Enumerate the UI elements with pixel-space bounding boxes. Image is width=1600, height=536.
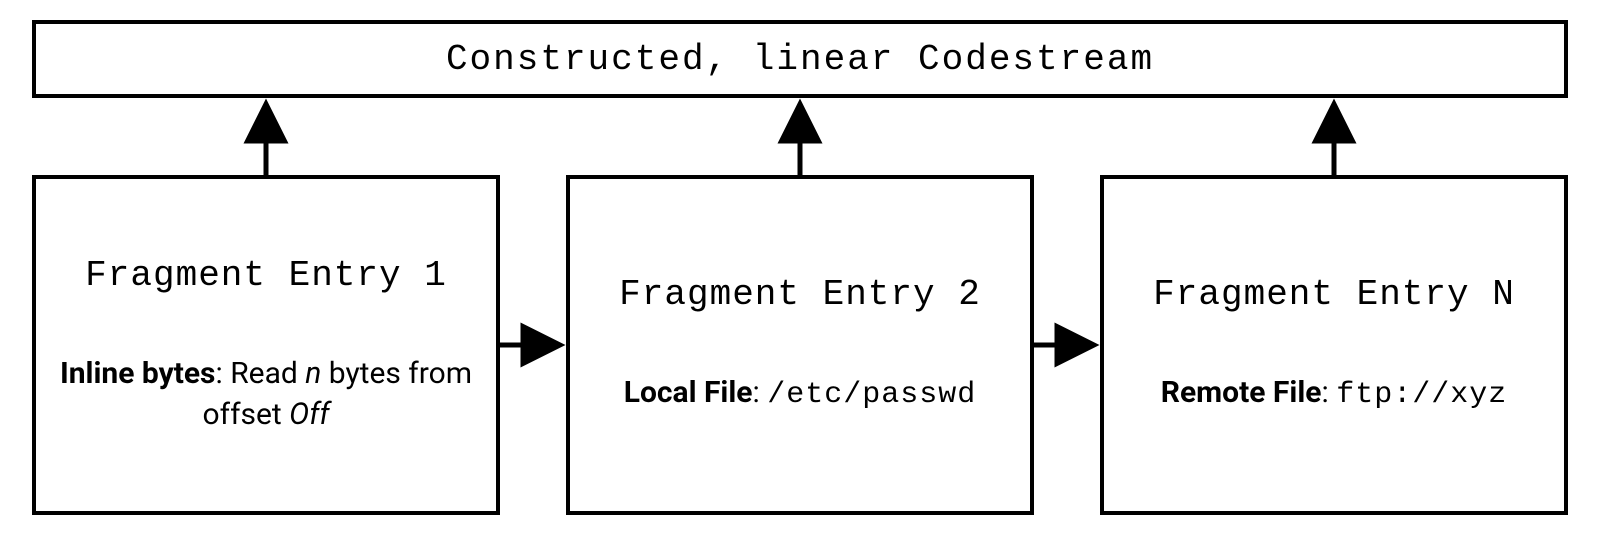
fragment-n-desc: Remote File: ftp://xyz <box>1161 373 1507 416</box>
fragment-entry-2: Fragment Entry 2 Local File: /etc/passwd <box>566 175 1034 515</box>
local-file-path: /etc/passwd <box>767 378 976 412</box>
fragment-title: Fragment Entry N <box>1153 274 1515 315</box>
sep: : <box>753 375 768 410</box>
fragment-entry-1: Fragment Entry 1 Inline bytes: Read n by… <box>32 175 500 515</box>
sep: : <box>1321 375 1336 410</box>
local-file-label: Local File <box>624 375 753 410</box>
fragment-title: Fragment Entry 2 <box>619 274 981 315</box>
fragment-2-desc: Local File: /etc/passwd <box>624 373 977 416</box>
var-off: Off <box>289 397 329 432</box>
sep: : <box>215 356 230 391</box>
fragment-1-desc: Inline bytes: Read n bytes from offset O… <box>58 354 474 435</box>
inline-bytes-label: Inline bytes <box>60 356 216 391</box>
fragment-title: Fragment Entry 1 <box>85 255 447 296</box>
diagram-canvas: Constructed, linear Codestream Fragment … <box>0 0 1600 536</box>
codestream-title: Constructed, linear Codestream <box>446 39 1154 80</box>
fragment-entry-n: Fragment Entry N Remote File: ftp://xyz <box>1100 175 1568 515</box>
txt: Read <box>230 356 305 391</box>
remote-file-url: ftp://xyz <box>1336 378 1507 412</box>
remote-file-label: Remote File <box>1161 375 1322 410</box>
var-n: n <box>305 356 321 391</box>
codestream-box: Constructed, linear Codestream <box>32 20 1568 98</box>
